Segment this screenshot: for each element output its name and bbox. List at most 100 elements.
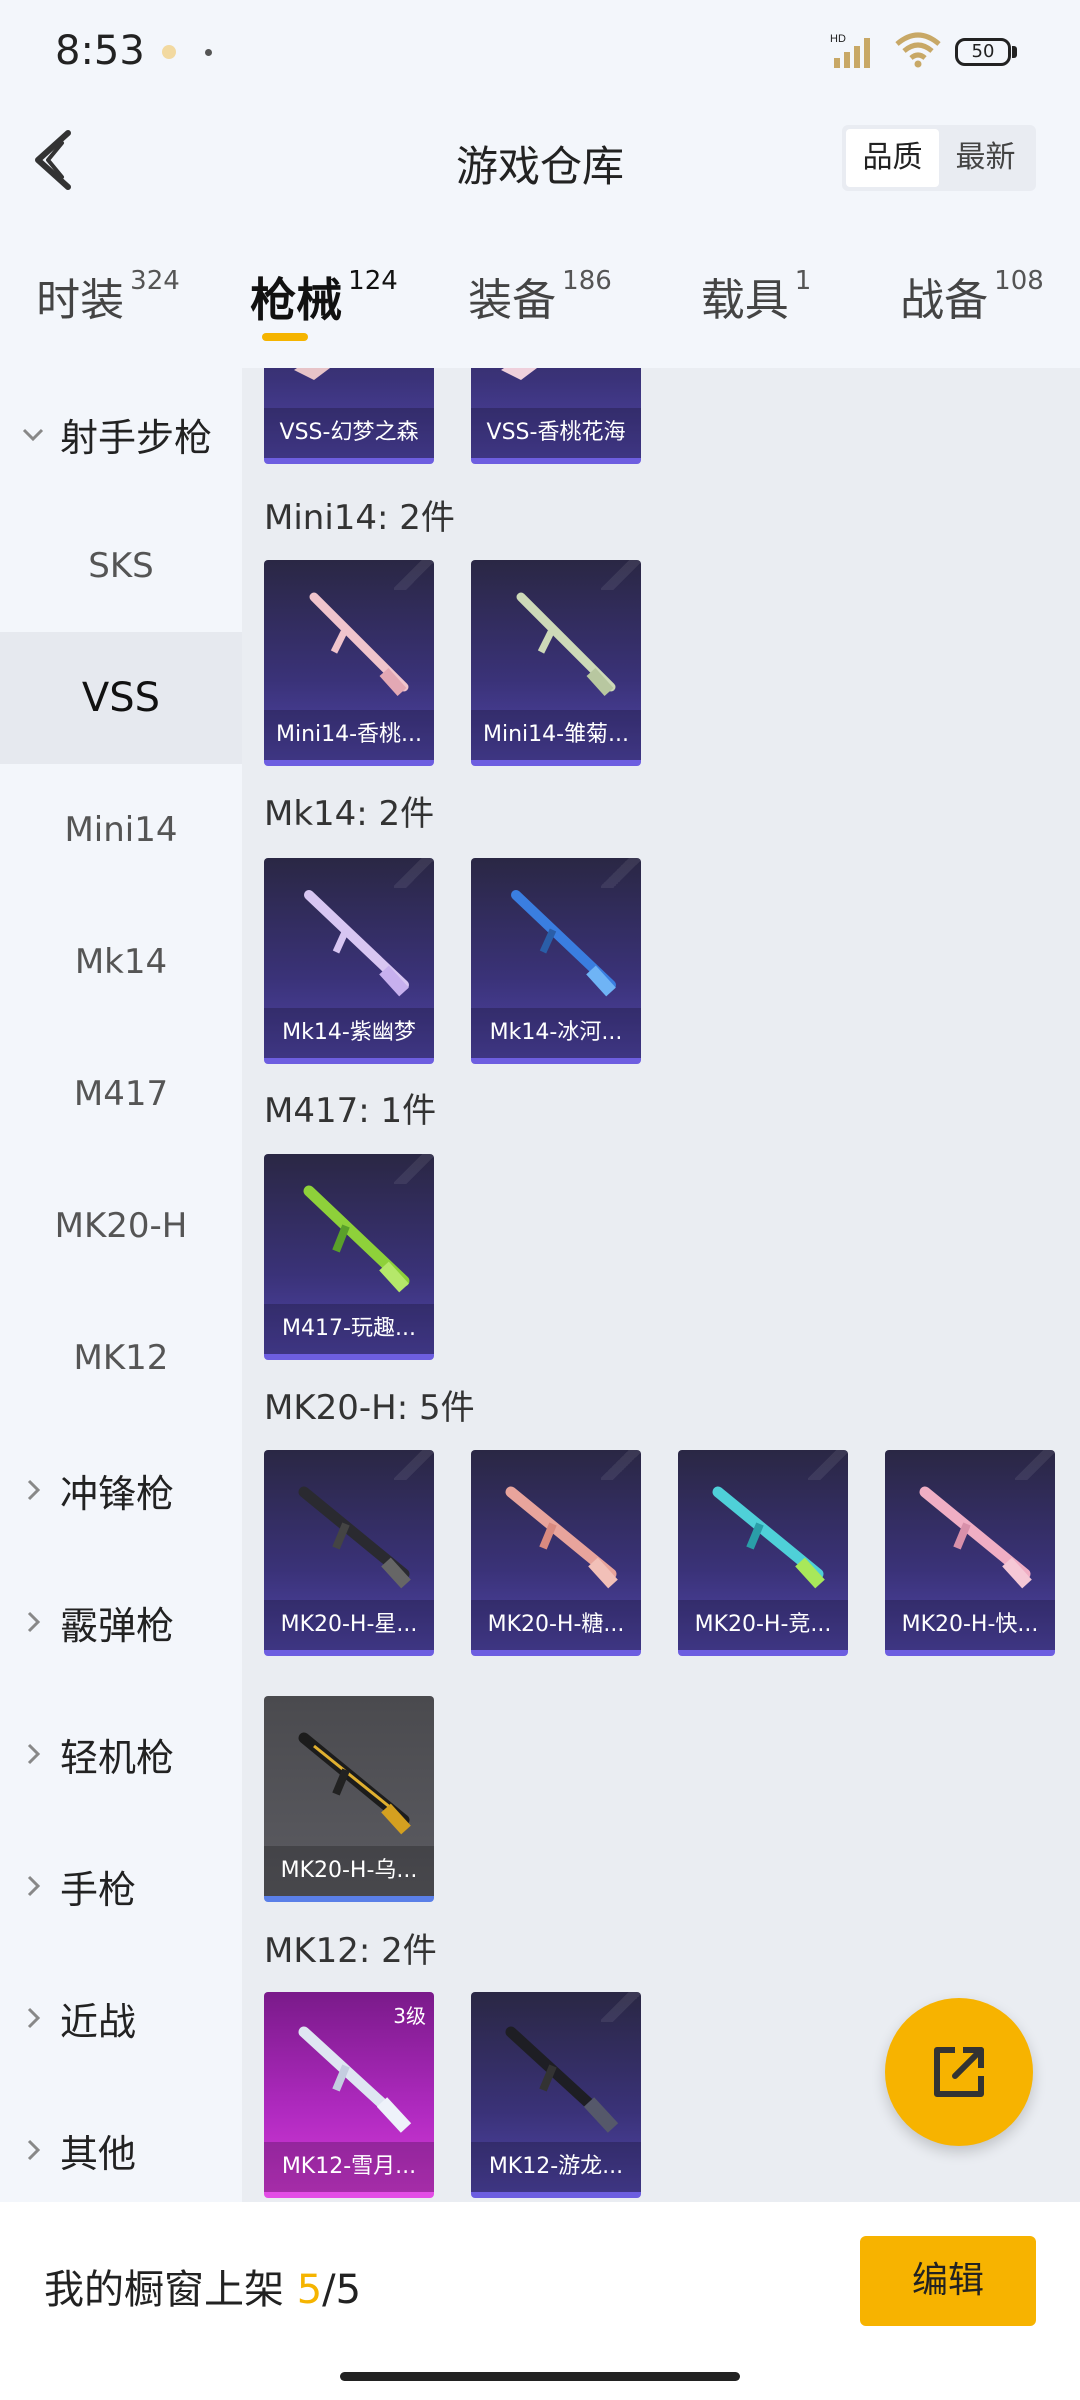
- gun-skin-image: [304, 890, 409, 997]
- showcase-label: 我的橱窗上架: [44, 2267, 284, 2313]
- gun-skin-image: [298, 1486, 411, 1589]
- status-bar: 8:53 HD 50: [0, 0, 1080, 105]
- sidebar-item-other[interactable]: 其他: [0, 2084, 242, 2216]
- cell-signal-icon: HD: [830, 33, 870, 68]
- gun-skin-image: [516, 592, 616, 697]
- gun-skin-image: [919, 1486, 1032, 1589]
- sidebar-item-mk14[interactable]: Mk14: [0, 896, 242, 1028]
- skin-card[interactable]: MK20-H-快...: [885, 1450, 1055, 1656]
- skin-card[interactable]: M417-玩趣...: [264, 1154, 434, 1360]
- skin-card[interactable]: MK20-H-竞...: [678, 1450, 848, 1656]
- skin-name: Mk14-紫幽梦: [264, 1008, 434, 1058]
- tab-count: 124: [348, 266, 398, 296]
- sidebar-item-marksman-rifle[interactable]: 射手步枪: [0, 368, 242, 500]
- group-title: MK20-H: 5件: [264, 1388, 475, 1428]
- sort-newest-button[interactable]: 最新: [939, 129, 1032, 187]
- skin-card[interactable]: MK20-H-星...: [264, 1450, 434, 1656]
- skin-name: Mini14-香桃...: [264, 710, 434, 760]
- chevron-right-icon: [27, 2007, 41, 2029]
- group-title: Mk14: 2件: [264, 794, 435, 834]
- skin-card[interactable]: MK20-H-乌...: [264, 1696, 434, 1902]
- sidebar-item-label: 冲锋枪: [60, 1471, 175, 1516]
- chevron-right-icon: [27, 2139, 41, 2161]
- gun-skin-image: [303, 1185, 410, 1293]
- skin-card[interactable]: Mk14-冰河...: [471, 858, 641, 1064]
- category-tabs: 时装 324 枪械 124 装备 186 载具 1 战备 108: [0, 250, 1080, 360]
- tab-guns[interactable]: 枪械 124: [216, 250, 432, 360]
- skin-card[interactable]: VSS-幻梦之森: [264, 368, 434, 464]
- sidebar-item-smg[interactable]: 冲锋枪: [0, 1424, 242, 1556]
- skin-card[interactable]: MK20-H-糖...: [471, 1450, 641, 1656]
- tab-label: 载具: [700, 275, 789, 326]
- gun-skin-image: [511, 890, 616, 997]
- sidebar-item-label: 射手步枪: [60, 415, 213, 460]
- group-title: Mini14: 2件: [264, 498, 455, 538]
- tab-vehicles[interactable]: 载具 1: [648, 250, 864, 360]
- chevron-right-icon: [27, 1479, 41, 1501]
- status-time: 8:53: [55, 28, 145, 74]
- sidebar-item-mini14[interactable]: Mini14: [0, 764, 242, 896]
- tab-count: 1: [794, 266, 812, 296]
- share-external-icon: [934, 2047, 984, 2097]
- tab-supplies[interactable]: 战备 108: [864, 250, 1080, 360]
- skin-card[interactable]: Mk14-紫幽梦: [264, 858, 434, 1064]
- tab-label: 战备: [900, 275, 989, 326]
- tab-label: 枪械: [250, 273, 343, 327]
- sidebar-item-melee[interactable]: 近战: [0, 1952, 242, 2084]
- active-tab-indicator: [262, 333, 308, 341]
- showcase-total: /5: [322, 2267, 362, 2313]
- tab-count: 186: [562, 266, 612, 296]
- gun-skin-image: [309, 592, 409, 697]
- sidebar-item-lmg[interactable]: 轻机枪: [0, 1688, 242, 1820]
- edit-button[interactable]: 编辑: [860, 2236, 1036, 2326]
- skin-name: MK12-雪月...: [264, 2142, 434, 2192]
- skin-name: MK20-H-糖...: [471, 1600, 641, 1650]
- chevron-down-icon: [22, 428, 44, 442]
- tab-fashion[interactable]: 时装 324: [0, 250, 216, 360]
- chevron-right-icon: [27, 1875, 41, 1897]
- gun-skin-image: [712, 1486, 825, 1589]
- weapon-skin-grid: VSS-幻梦之森 VSS-香桃花海 Mini14: 2件 Mini14-香桃..…: [242, 368, 1080, 2202]
- sidebar-item-pistol[interactable]: 手枪: [0, 1820, 242, 1952]
- sidebar-item-label: 手枪: [60, 1867, 137, 1912]
- tab-count: 324: [130, 266, 180, 296]
- weapon-type-sidebar: 射手步枪 SKS VSS Mini14 Mk14 M417 MK20-H MK1…: [0, 368, 242, 2202]
- skin-card[interactable]: 3级 MK12-雪月...: [264, 1992, 434, 2198]
- battery-tip: [1012, 46, 1017, 58]
- share-button[interactable]: [885, 1998, 1033, 2146]
- battery-icon: 50: [955, 38, 1011, 66]
- chevron-right-icon: [27, 1743, 41, 1765]
- group-title: MK12: 2件: [264, 1931, 437, 1971]
- sidebar-item-mk12[interactable]: MK12: [0, 1292, 242, 1424]
- showcase-status: 我的橱窗上架 5/5: [44, 2257, 361, 2315]
- showcase-count: 5: [296, 2267, 323, 2313]
- tab-equipment[interactable]: 装备 186: [432, 250, 648, 360]
- skin-card[interactable]: VSS-香桃花海: [471, 368, 641, 464]
- sidebar-item-shotgun[interactable]: 霰弹枪: [0, 1556, 242, 1688]
- sidebar-item-label: 霰弹枪: [60, 1603, 175, 1648]
- sidebar-item-m417[interactable]: M417: [0, 1028, 242, 1160]
- sidebar-item-sks[interactable]: SKS: [0, 500, 242, 632]
- skin-name: Mk14-冰河...: [471, 1008, 641, 1058]
- skin-card[interactable]: Mini14-雏菊...: [471, 560, 641, 766]
- skin-name: MK20-H-乌...: [264, 1846, 434, 1896]
- skin-name: MK20-H-星...: [264, 1600, 434, 1650]
- skin-name: MK20-H-快...: [885, 1600, 1055, 1650]
- tab-label: 时装: [36, 275, 125, 326]
- gun-skin-image: [505, 2026, 619, 2133]
- showcase-bar: 我的橱窗上架 5/5 编辑: [0, 2202, 1080, 2400]
- notification-dot-icon: [162, 45, 176, 59]
- sidebar-item-vss[interactable]: VSS: [0, 632, 242, 764]
- gun-skin-image: [294, 368, 330, 380]
- skin-card[interactable]: Mini14-香桃...: [264, 560, 434, 766]
- sort-quality-button[interactable]: 品质: [846, 129, 939, 187]
- sidebar-item-mk20h[interactable]: MK20-H: [0, 1160, 242, 1292]
- wifi-icon: [895, 32, 941, 68]
- group-title: M417: 1件: [264, 1091, 437, 1131]
- notification-dot-small-icon: [205, 49, 212, 56]
- skin-card[interactable]: MK12-游龙...: [471, 1992, 641, 2198]
- gun-skin-image: [501, 368, 537, 380]
- sort-toggle: 品质 最新: [842, 125, 1036, 191]
- home-indicator[interactable]: [340, 2372, 740, 2381]
- svg-text:HD: HD: [830, 33, 846, 45]
